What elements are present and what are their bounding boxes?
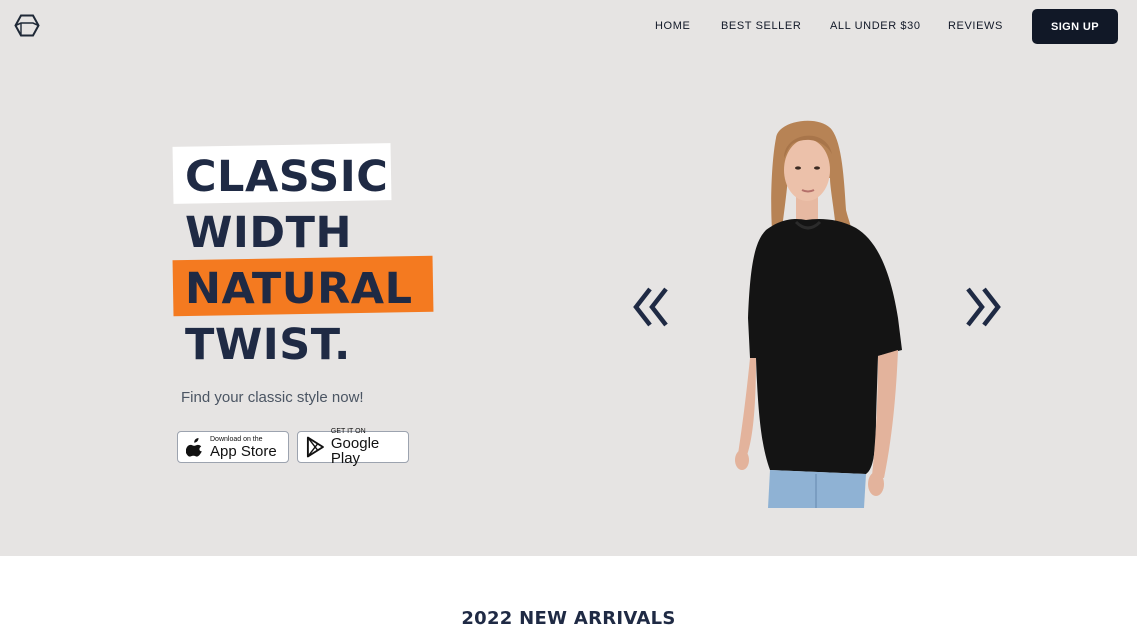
headline-line-1: CLASSIC xyxy=(185,152,389,202)
app-store-button[interactable]: Download on the App Store xyxy=(177,431,289,463)
google-play-big-text: Google Play xyxy=(330,435,380,467)
nav-home[interactable]: HOME xyxy=(655,20,690,32)
double-chevron-right-icon[interactable] xyxy=(962,285,1002,329)
app-store-big-text: App Store xyxy=(210,442,277,460)
google-play-button[interactable]: GET IT ON Google Play xyxy=(297,428,409,467)
hero-tagline: Find your classic style now! xyxy=(181,389,364,406)
nav-all-under-30[interactable]: ALL UNDER $30 xyxy=(830,20,921,32)
google-play-icon xyxy=(306,436,324,458)
main-nav: HOME BEST SELLER ALL UNDER $30 REVIEWS xyxy=(0,20,1137,34)
apple-icon xyxy=(186,438,202,457)
headline-line-4: TWIST. xyxy=(185,320,351,370)
new-arrivals-title: 2022 NEW ARRIVALS xyxy=(461,608,676,629)
nav-best-seller[interactable]: BEST SELLER xyxy=(721,20,801,32)
model-image xyxy=(735,120,902,508)
sign-up-button[interactable]: SIGN UP xyxy=(1032,9,1118,44)
headline-line-2: WIDTH xyxy=(185,208,352,258)
nav-reviews[interactable]: REVIEWS xyxy=(948,20,1003,32)
double-chevron-left-icon[interactable] xyxy=(632,285,672,329)
hero-section xyxy=(0,0,1137,556)
headline-line-3: NATURAL xyxy=(185,264,413,314)
